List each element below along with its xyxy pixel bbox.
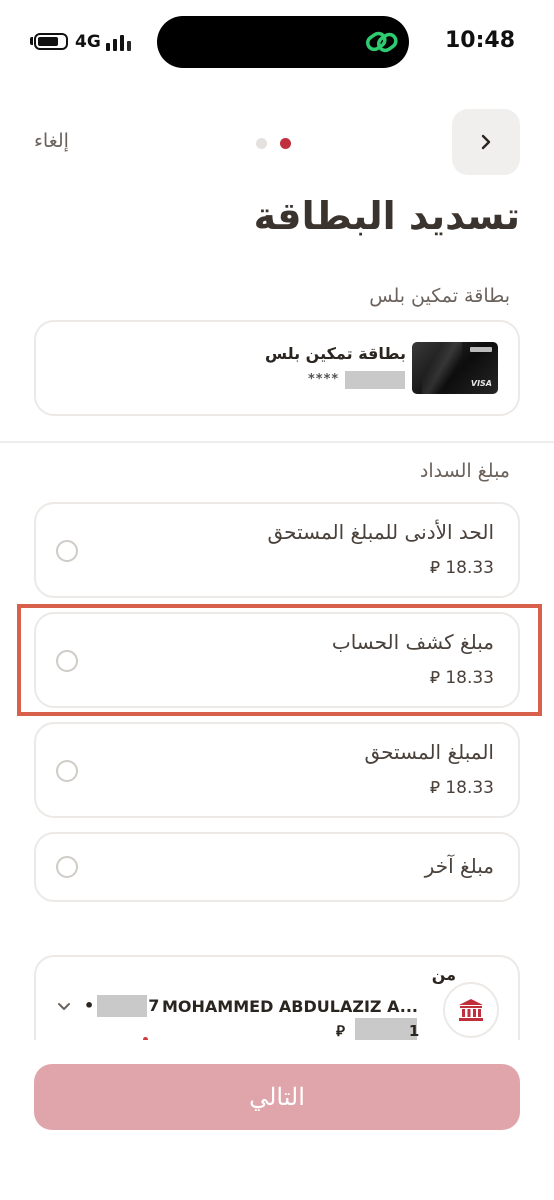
radio-button[interactable] bbox=[56, 540, 78, 562]
from-label: من bbox=[431, 965, 456, 984]
riyal-icon: ⃁ bbox=[429, 558, 440, 578]
option-other-amount[interactable]: مبلغ آخر bbox=[34, 832, 520, 902]
card-number: **** bbox=[308, 372, 340, 387]
bank-logo bbox=[470, 347, 492, 352]
page-title: تسديد البطاقة bbox=[253, 194, 520, 238]
card-section-label: بطاقة تمكين بلس bbox=[369, 285, 510, 307]
account-number: • 7 bbox=[84, 996, 160, 1015]
option-amount: 18.33 ⃁ bbox=[429, 778, 494, 798]
highlight-annotation bbox=[17, 604, 542, 716]
chevron-right-icon bbox=[481, 134, 491, 150]
network-type: 4G bbox=[75, 32, 101, 52]
radio-button[interactable] bbox=[56, 856, 78, 878]
step-indicator bbox=[256, 138, 296, 150]
option-amount: 18.33 ⃁ bbox=[429, 558, 494, 578]
account-name: MOHAMMED ABDULAZIZ A... bbox=[162, 997, 418, 1016]
cancel-link[interactable]: إلغاء bbox=[34, 130, 69, 152]
next-button-label: التالي bbox=[249, 1083, 305, 1111]
option-title: الحد الأدنى للمبلغ المستحق bbox=[267, 520, 495, 544]
card-image: VISA bbox=[412, 342, 498, 394]
battery-cap bbox=[30, 37, 33, 45]
step-dot-2 bbox=[256, 138, 267, 149]
bank-icon bbox=[443, 982, 499, 1038]
option-amount-due[interactable]: المبلغ المستحق 18.33 ⃁ bbox=[34, 722, 520, 818]
status-time: 10:48 bbox=[445, 28, 516, 53]
card-number-mask bbox=[345, 371, 405, 389]
status-bar: 4G 10:48 bbox=[0, 0, 554, 84]
option-minimum-due[interactable]: الحد الأدنى للمبلغ المستحق 18.33 ⃁ bbox=[34, 502, 520, 598]
account-balance: ⃁ 1 bbox=[336, 1022, 420, 1040]
riyal-icon: ⃁ bbox=[336, 1022, 345, 1040]
step-dot-1 bbox=[280, 138, 291, 149]
battery-icon bbox=[34, 33, 68, 50]
signal-icon bbox=[106, 33, 134, 51]
radio-button[interactable] bbox=[56, 760, 78, 782]
payment-section-label: مبلغ السداد bbox=[419, 460, 510, 482]
next-button[interactable]: التالي bbox=[34, 1064, 520, 1130]
riyal-icon: ⃁ bbox=[429, 778, 440, 798]
chevron-down-icon[interactable] bbox=[57, 1000, 71, 1014]
link-icon bbox=[365, 31, 398, 53]
option-title: مبلغ آخر bbox=[424, 854, 494, 878]
option-title: المبلغ المستحق bbox=[364, 740, 494, 764]
card-name: بطاقة تمكين بلس bbox=[264, 344, 406, 363]
card-brand-logo: VISA bbox=[470, 379, 492, 388]
back-button[interactable] bbox=[452, 109, 520, 175]
divider bbox=[0, 441, 554, 443]
